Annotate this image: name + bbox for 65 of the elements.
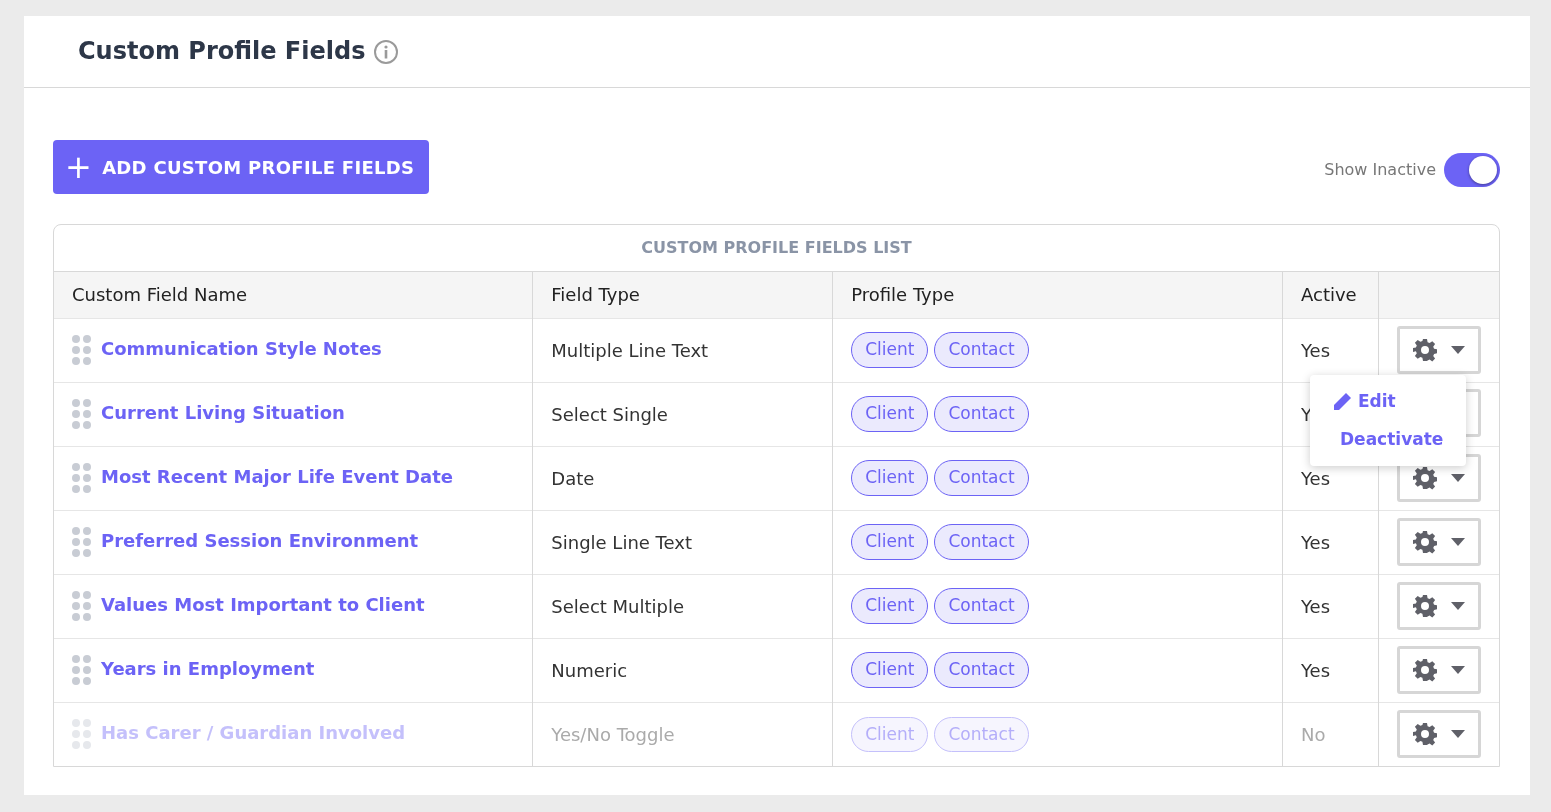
pencil-icon xyxy=(1332,391,1352,412)
drag-handle-icon[interactable] xyxy=(72,655,91,685)
drag-handle-icon[interactable] xyxy=(72,719,91,750)
caret-icon xyxy=(1451,730,1465,739)
table-cell: Yes xyxy=(1282,510,1379,574)
profile-type-tag: Contact xyxy=(934,652,1029,688)
profile-type-tag: Contact xyxy=(934,524,1029,560)
profile-type-tag: Client xyxy=(851,332,929,368)
column-header: Active xyxy=(1282,272,1379,318)
profile-type-tag: Contact xyxy=(934,460,1029,496)
settings-icon xyxy=(1413,722,1437,747)
settings-icon xyxy=(1413,594,1437,618)
field-name-link[interactable]: Values Most Important to Client xyxy=(101,594,425,615)
table-cell: Yes xyxy=(1282,638,1379,702)
table-cell: Date xyxy=(532,446,833,510)
settings-dropdown-button[interactable] xyxy=(1397,326,1481,374)
profile-type-tag: Client xyxy=(851,716,929,752)
table-cell: Select Single xyxy=(532,382,833,446)
show-inactive-label: Show Inactive xyxy=(1324,159,1436,181)
settings-dropdown-button[interactable] xyxy=(1397,582,1481,630)
table-cell: No xyxy=(1282,702,1379,766)
caret-icon xyxy=(1451,666,1465,674)
caret-icon xyxy=(1451,538,1465,546)
caret-icon xyxy=(1451,346,1465,354)
drag-handle-icon[interactable] xyxy=(72,527,91,557)
table-caption: CUSTOM PROFILE FIELDS LIST xyxy=(641,237,912,259)
caret-icon xyxy=(1451,474,1465,482)
profile-type-tag: Contact xyxy=(934,716,1029,752)
table-cell: Yes/No Toggle xyxy=(532,702,833,766)
caret-icon xyxy=(1451,602,1465,610)
page-title: Custom Profile Fields xyxy=(78,37,366,66)
info-icon[interactable] xyxy=(373,38,400,65)
drag-handle-icon[interactable] xyxy=(72,463,91,493)
table-cell: Yes xyxy=(1282,574,1379,638)
table-cell: Numeric xyxy=(532,638,833,702)
column-header: Field Type xyxy=(532,272,833,318)
profile-type-tag: Contact xyxy=(934,332,1029,368)
table-cell: Single Line Text xyxy=(532,510,833,574)
drag-handle-icon[interactable] xyxy=(72,399,91,429)
profile-type-tag: Client xyxy=(851,652,929,688)
drag-handle-icon[interactable] xyxy=(72,335,91,365)
field-name-link[interactable]: Communication Style Notes xyxy=(101,338,382,359)
profile-type-tag: Contact xyxy=(934,396,1029,432)
column-header: Custom Field Name xyxy=(54,272,533,318)
profile-type-tag: Client xyxy=(851,460,929,496)
table-cell: Select Multiple xyxy=(532,574,833,638)
profile-type-tag: Client xyxy=(851,588,929,624)
settings-icon xyxy=(1413,466,1437,490)
settings-icon xyxy=(1413,338,1437,362)
table-cell: Multiple Line Text xyxy=(532,318,833,382)
settings-dropdown-button[interactable] xyxy=(1397,710,1481,759)
drag-handle-icon[interactable] xyxy=(72,591,91,621)
profile-type-tag: Client xyxy=(851,524,929,560)
profile-type-tag: Client xyxy=(851,396,929,432)
add-custom-profile-fields-button[interactable]: + ADD CUSTOM PROFILE FIELDS xyxy=(53,140,430,194)
field-name-link[interactable]: Preferred Session Environment xyxy=(101,530,419,551)
settings-dropdown-button[interactable] xyxy=(1397,646,1481,694)
profile-type-tag: Contact xyxy=(934,588,1029,624)
settings-icon xyxy=(1413,530,1437,554)
field-name-link[interactable]: Most Recent Major Life Event Date xyxy=(101,466,453,487)
settings-dropdown-button[interactable] xyxy=(1397,518,1481,566)
field-name-link[interactable]: Current Living Situation xyxy=(101,402,345,423)
field-name-link[interactable]: Years in Employment xyxy=(101,658,315,679)
column-header: Profile Type xyxy=(832,272,1283,318)
settings-icon xyxy=(1413,658,1437,682)
